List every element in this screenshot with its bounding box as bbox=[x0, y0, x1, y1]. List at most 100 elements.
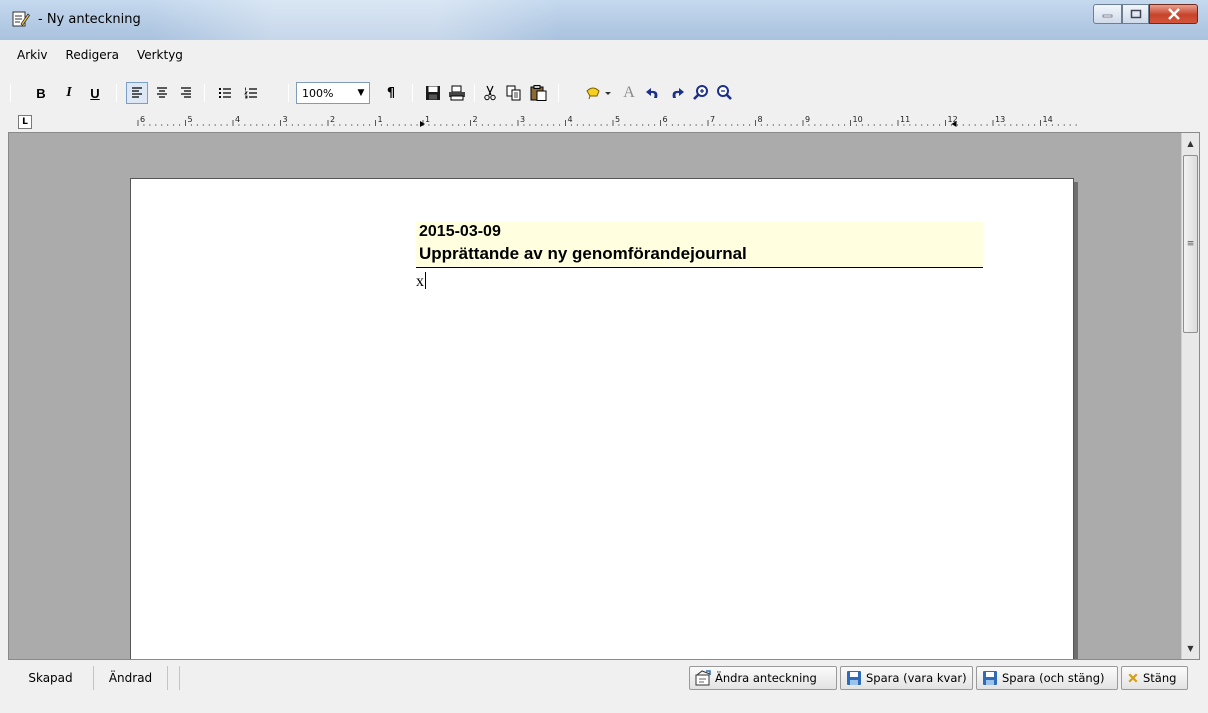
scroll-down-icon[interactable]: ▼ bbox=[1182, 640, 1199, 657]
underline-button[interactable]: U bbox=[86, 82, 104, 104]
zoom-in-icon bbox=[693, 85, 708, 100]
ruler-label: 8 bbox=[758, 115, 763, 124]
menu-arkiv[interactable]: Arkiv bbox=[8, 44, 57, 68]
ruler-minor-tick bbox=[713, 124, 715, 126]
zoom-select[interactable]: 100% ▼ bbox=[296, 82, 370, 104]
ruler-label: 13 bbox=[995, 115, 1005, 124]
menu-redigera[interactable]: Redigera bbox=[57, 44, 128, 68]
edit-note-label: Ändra anteckning bbox=[715, 671, 817, 685]
ruler-minor-tick bbox=[766, 124, 768, 126]
ruler-minor-tick bbox=[226, 124, 228, 126]
ruler-minor-tick bbox=[790, 124, 792, 126]
toolbar-separator bbox=[412, 84, 413, 102]
ruler-minor-tick bbox=[309, 124, 311, 126]
vertical-scrollbar[interactable]: ▲ ≡ ▼ bbox=[1181, 133, 1199, 659]
bold-button[interactable]: B bbox=[32, 82, 50, 104]
copy-button[interactable] bbox=[504, 82, 524, 104]
redo-button[interactable] bbox=[666, 82, 688, 104]
ruler-minor-tick bbox=[380, 124, 383, 126]
ruler-minor-tick bbox=[980, 124, 982, 126]
text-caret bbox=[425, 272, 426, 289]
ruler-minor-tick bbox=[256, 124, 258, 126]
scrollbar-thumb[interactable]: ≡ bbox=[1183, 155, 1198, 333]
ruler-label: 2 bbox=[473, 115, 478, 124]
highlight-button[interactable] bbox=[582, 82, 618, 104]
document-page[interactable]: 2015-03-09 Upprättande av ny genomförand… bbox=[130, 178, 1074, 659]
ruler-minor-tick bbox=[368, 124, 371, 126]
save-button[interactable] bbox=[422, 82, 444, 104]
paragraph-marks-button[interactable]: ¶ bbox=[382, 82, 400, 104]
italic-button[interactable]: I bbox=[60, 82, 78, 104]
bullet-list-button[interactable] bbox=[214, 82, 236, 104]
ruler-minor-tick bbox=[1063, 124, 1065, 126]
ruler-minor-tick bbox=[582, 124, 584, 126]
ruler-minor-tick bbox=[339, 124, 341, 126]
zoom-in-button[interactable] bbox=[690, 82, 712, 104]
align-center-button[interactable] bbox=[152, 82, 172, 104]
ruler-minor-tick bbox=[737, 124, 739, 126]
note-body[interactable]: x bbox=[416, 272, 426, 291]
save-stay-button[interactable]: Spara (vara kvar) bbox=[840, 666, 973, 690]
toolbar-separator bbox=[116, 84, 117, 102]
horizontal-ruler[interactable]: 6 5 4 3 2 1 1 2 3 4 5 6 7 8 9 10 11 12 13 14 bbox=[130, 112, 1086, 132]
ruler-minor-tick bbox=[772, 124, 774, 126]
undo-button[interactable] bbox=[642, 82, 664, 104]
ruler-minor-tick bbox=[238, 124, 240, 126]
toolbar-separator bbox=[204, 84, 205, 102]
ruler-minor-tick bbox=[1004, 124, 1006, 126]
window-title: - Ny anteckning bbox=[38, 12, 141, 27]
ruler-minor-tick bbox=[250, 124, 252, 126]
ruler-minor-tick bbox=[315, 124, 317, 126]
maximize-button[interactable] bbox=[1122, 4, 1149, 24]
ruler-minor-tick bbox=[178, 124, 181, 126]
save-close-button[interactable]: Spara (och stäng) bbox=[976, 666, 1118, 690]
minimize-button[interactable] bbox=[1093, 4, 1122, 24]
close-window-button[interactable] bbox=[1149, 4, 1198, 24]
ruler-minor-tick bbox=[879, 124, 881, 126]
note-edit-icon[interactable] bbox=[12, 10, 30, 28]
font-color-button[interactable]: A bbox=[618, 82, 640, 104]
paste-button[interactable] bbox=[528, 82, 550, 104]
print-button[interactable] bbox=[446, 82, 468, 104]
align-left-button[interactable] bbox=[126, 82, 148, 104]
toolbar-separator bbox=[288, 84, 289, 102]
cut-button[interactable] bbox=[480, 82, 500, 104]
ruler-minor-tick bbox=[463, 124, 466, 126]
bullet-list-icon bbox=[219, 88, 231, 98]
ruler-minor-tick bbox=[1051, 124, 1053, 126]
ruler-minor-tick bbox=[1075, 124, 1077, 126]
ruler-minor-tick bbox=[244, 124, 246, 126]
zoom-out-button[interactable] bbox=[714, 82, 736, 104]
ruler-minor-tick bbox=[493, 124, 495, 126]
ruler-label: 3 bbox=[283, 115, 288, 124]
ruler-minor-tick bbox=[950, 124, 953, 126]
align-right-button[interactable] bbox=[176, 82, 196, 104]
ruler-minor-tick bbox=[351, 124, 353, 126]
ruler-label: 5 bbox=[188, 115, 193, 124]
note-date: 2015-03-09 bbox=[419, 223, 501, 240]
ruler-minor-tick bbox=[873, 124, 875, 126]
ruler-minor-tick bbox=[452, 124, 454, 126]
scroll-up-icon[interactable]: ▲ bbox=[1182, 135, 1199, 152]
ruler-minor-tick bbox=[974, 124, 976, 126]
close-button[interactable]: Stäng bbox=[1121, 666, 1188, 690]
edit-note-button[interactable]: Ändra anteckning bbox=[689, 666, 837, 690]
ruler-minor-tick bbox=[333, 124, 335, 126]
ruler-minor-tick bbox=[778, 124, 780, 126]
ruler-minor-tick bbox=[1069, 124, 1071, 126]
ruler-minor-tick bbox=[291, 124, 293, 126]
ruler-minor-tick bbox=[748, 124, 751, 126]
title-glow bbox=[150, 0, 560, 40]
ruler-minor-tick bbox=[303, 124, 305, 126]
note-title: Upprättande av ny genomförandejournal bbox=[419, 244, 747, 263]
ruler-minor-tick bbox=[1022, 124, 1024, 126]
ruler-minor-tick bbox=[214, 124, 216, 126]
ruler-minor-tick bbox=[167, 124, 169, 126]
tab-stop-selector[interactable]: L bbox=[18, 115, 32, 129]
ruler-label: 10 bbox=[853, 115, 863, 124]
ruler-minor-tick bbox=[719, 124, 721, 126]
changed-field: Ändrad bbox=[94, 666, 168, 690]
ruler-minor-tick bbox=[843, 124, 846, 126]
menu-verktyg[interactable]: Verktyg bbox=[128, 44, 192, 68]
numbered-list-button[interactable] bbox=[240, 82, 262, 104]
